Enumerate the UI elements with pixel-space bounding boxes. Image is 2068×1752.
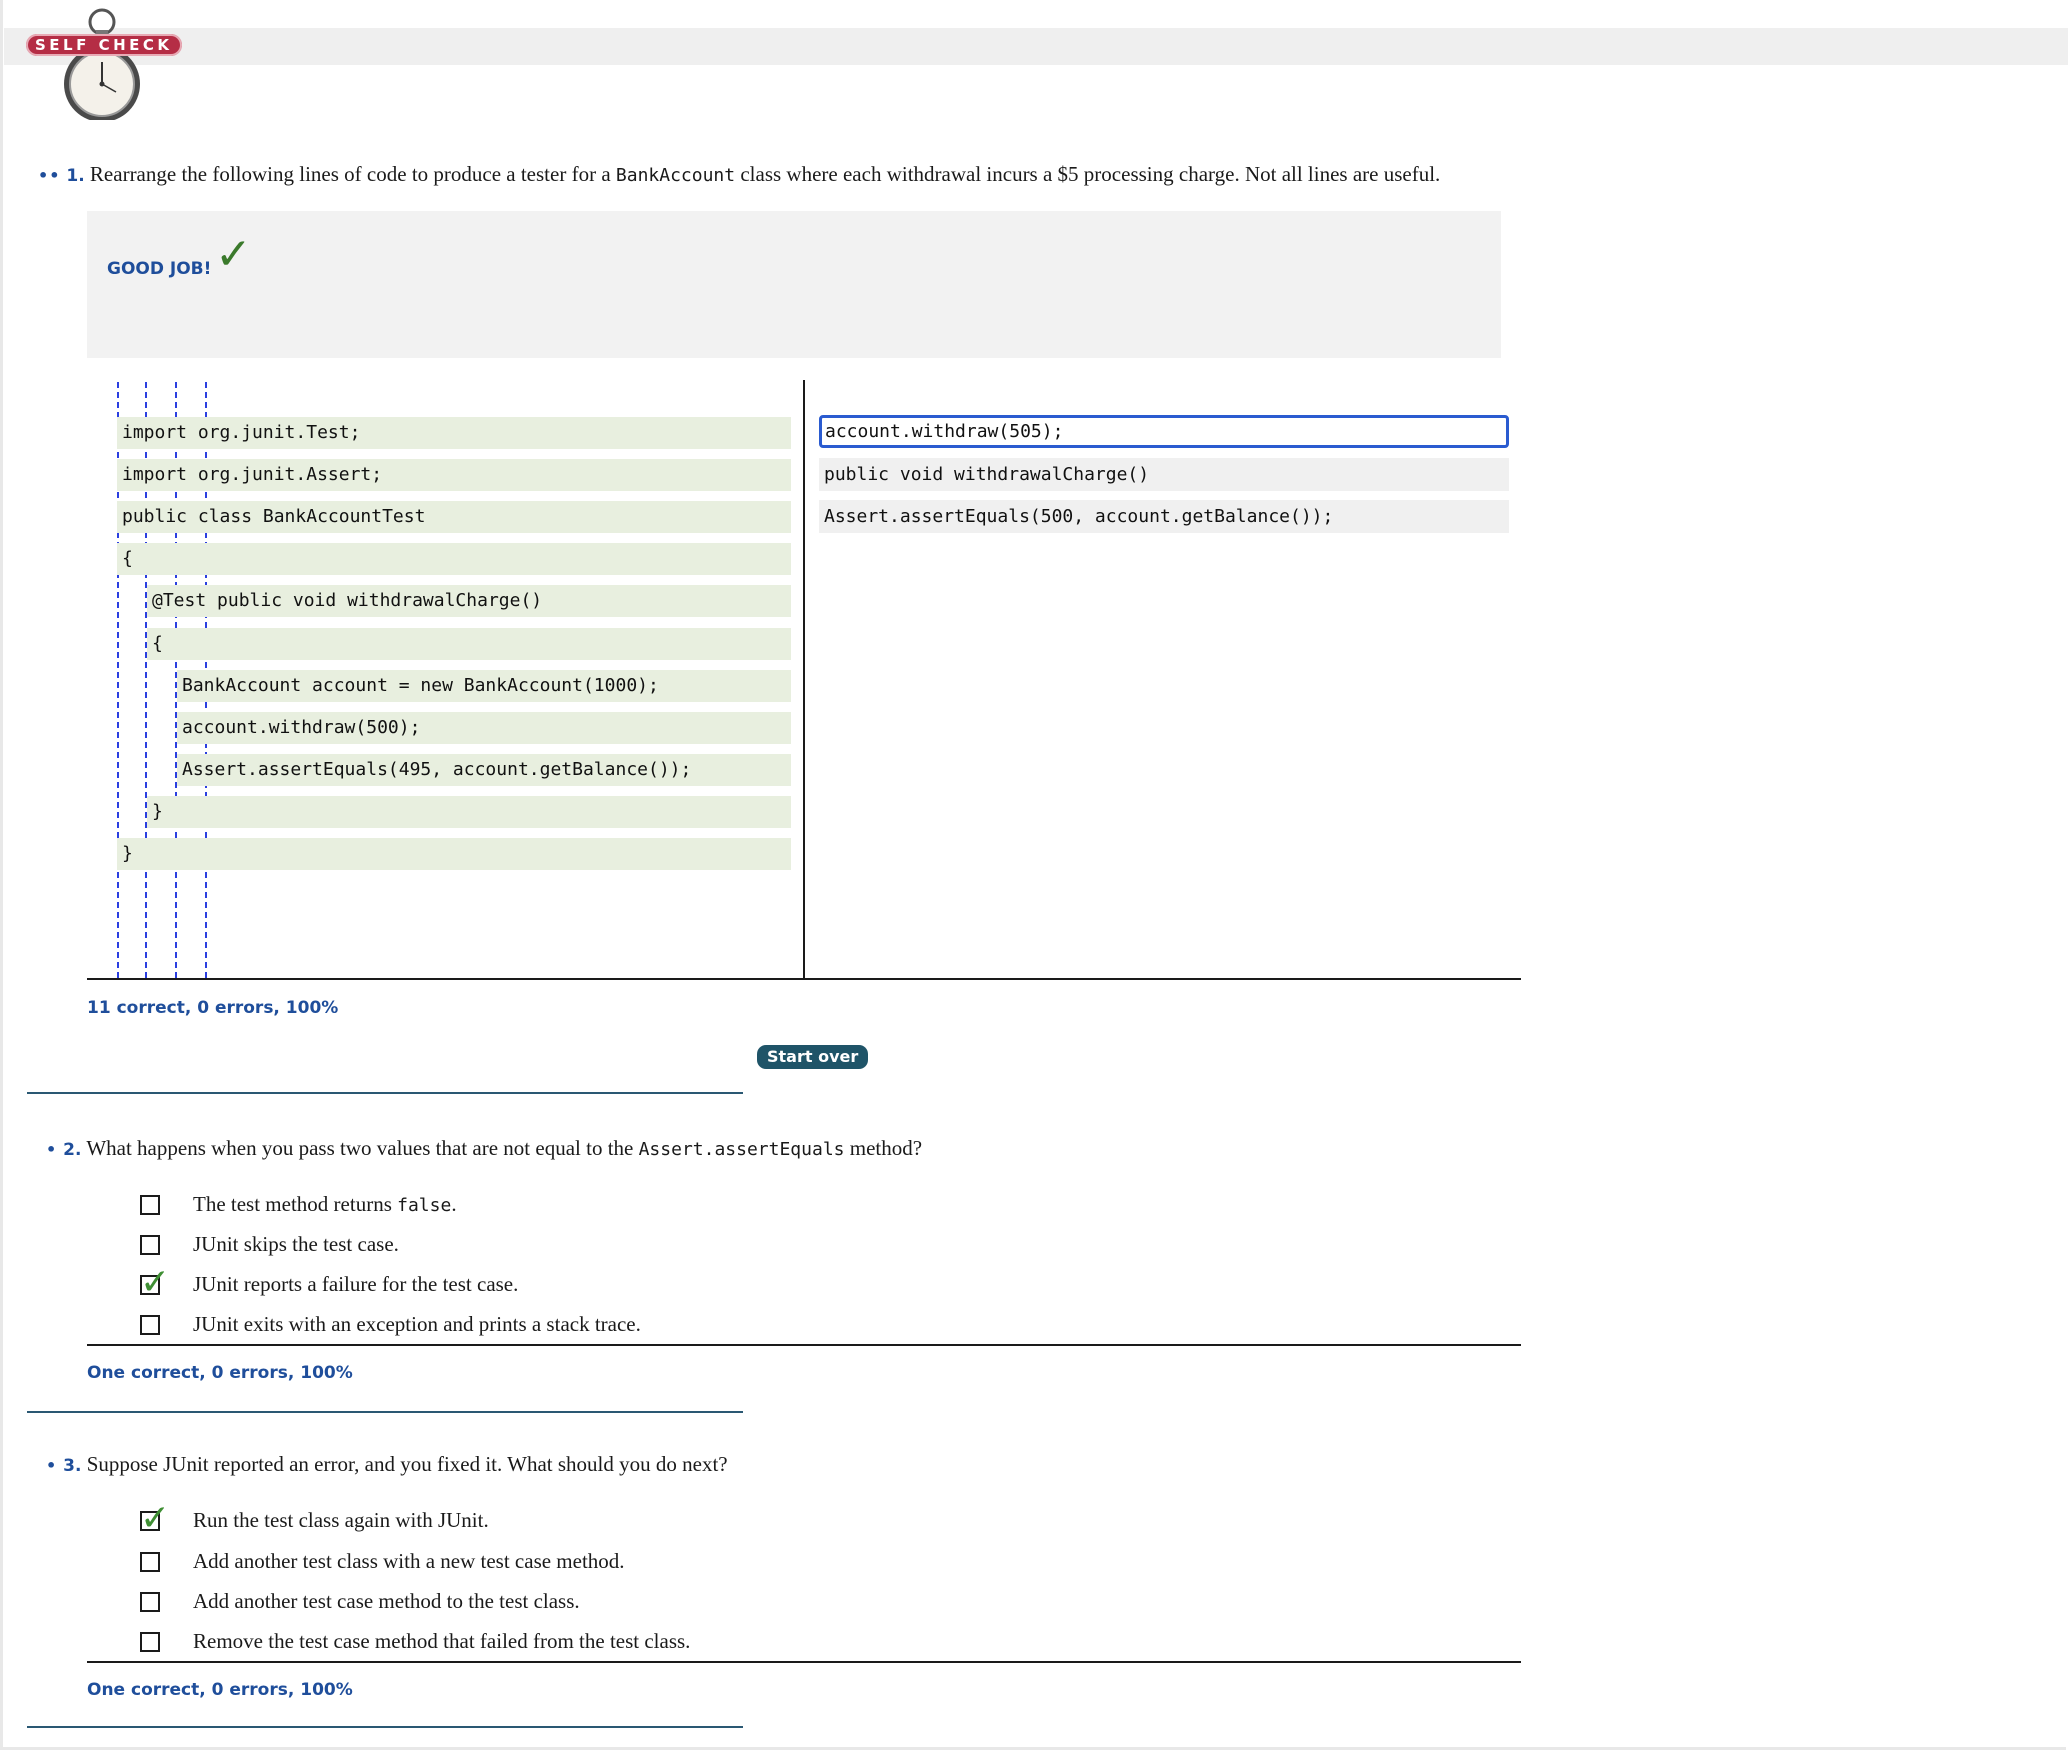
prompt-code: Assert.assertEquals xyxy=(638,1139,845,1160)
unused-code-tile[interactable]: account.withdraw(505); xyxy=(819,415,1509,448)
choice-label: The test method returns xyxy=(193,1192,398,1216)
code-line[interactable]: } xyxy=(117,838,791,870)
choice-checkbox[interactable] xyxy=(140,1592,160,1612)
divider-line xyxy=(87,978,1521,980)
choice-checkbox[interactable]: ✓ xyxy=(140,1501,170,1537)
choice-code: false xyxy=(397,1195,452,1216)
choice-label: . xyxy=(451,1192,457,1216)
prompt-code: BankAccount xyxy=(615,165,736,186)
score-text: One correct, 0 errors, 100% xyxy=(87,1680,353,1700)
question-2-prompt: • 2. What happens when you pass two valu… xyxy=(46,1134,922,1164)
choice-label: Add another test class with a new test c… xyxy=(193,1549,625,1573)
section-separator xyxy=(27,1411,743,1413)
score-text: 11 correct, 0 errors, 100% xyxy=(87,998,339,1018)
prompt-text: Rearrange the following lines of code to… xyxy=(89,162,616,186)
code-line[interactable]: } xyxy=(147,796,791,828)
choice-checkbox[interactable] xyxy=(140,1195,160,1215)
prompt-text: class where each withdrawal incurs a $5 … xyxy=(735,162,1441,186)
header-band xyxy=(4,28,2068,65)
choice-checkbox[interactable] xyxy=(140,1632,160,1652)
code-line[interactable]: import org.junit.Assert; xyxy=(117,459,791,491)
parsons-puzzle: import org.junit.Test; import org.junit.… xyxy=(87,380,1521,980)
question-1-prompt: •• 1. Rearrange the following lines of c… xyxy=(38,160,1440,190)
unused-code-tile[interactable]: Assert.assertEquals(500, account.getBala… xyxy=(819,500,1509,533)
code-line[interactable]: account.withdraw(500); xyxy=(177,712,791,744)
feedback-box: GOOD JOB! ✓ xyxy=(87,211,1501,358)
prompt-text: method? xyxy=(844,1136,923,1160)
difficulty-dots: • xyxy=(46,1140,58,1159)
score-text: One correct, 0 errors, 100% xyxy=(87,1363,353,1383)
code-line[interactable]: { xyxy=(117,543,791,575)
unused-code-tile[interactable]: public void withdrawalCharge() xyxy=(819,458,1509,491)
divider-line xyxy=(87,1344,1521,1346)
checkmark-icon: ✓ xyxy=(140,1262,171,1303)
section-separator xyxy=(27,1092,743,1094)
prompt-text: What happens when you pass two values th… xyxy=(86,1136,639,1160)
choice-label: Run the test class again with JUnit. xyxy=(193,1508,489,1532)
difficulty-dots: •• xyxy=(38,166,61,185)
choice-label: JUnit skips the test case. xyxy=(193,1232,399,1256)
question-number: 3. xyxy=(63,1456,82,1476)
choice-label: Remove the test case method that failed … xyxy=(193,1629,691,1653)
choice-checkbox[interactable] xyxy=(140,1552,160,1572)
stopwatch-icon xyxy=(64,8,140,120)
choice-checkbox[interactable]: ✓ xyxy=(140,1265,170,1301)
code-line[interactable]: { xyxy=(147,628,791,660)
column-divider xyxy=(803,380,805,980)
section-separator xyxy=(27,1726,743,1728)
difficulty-dots: • xyxy=(46,1456,58,1475)
code-line[interactable]: @Test public void withdrawalCharge() xyxy=(147,585,791,617)
checkmark-icon: ✓ xyxy=(140,1498,171,1539)
question-number: 2. xyxy=(63,1140,82,1160)
start-over-button[interactable]: Start over xyxy=(757,1045,869,1069)
question-3-prompt: • 3. Suppose JUnit reported an error, an… xyxy=(46,1450,728,1480)
checkmark-icon: ✓ xyxy=(215,229,252,280)
choice-label: JUnit reports a failure for the test cas… xyxy=(193,1272,519,1296)
choice-label: JUnit exits with an exception and prints… xyxy=(193,1312,641,1336)
prompt-text: Suppose JUnit reported an error, and you… xyxy=(86,1452,728,1476)
code-line[interactable]: Assert.assertEquals(495, account.getBala… xyxy=(177,754,791,786)
question-number: 1. xyxy=(66,166,85,186)
code-line[interactable]: BankAccount account = new BankAccount(10… xyxy=(177,670,791,702)
code-line[interactable]: import org.junit.Test; xyxy=(117,417,791,449)
choice-checkbox[interactable] xyxy=(140,1235,160,1255)
self-check-badge: SELF CHECK xyxy=(26,34,182,56)
code-line[interactable]: public class BankAccountTest xyxy=(117,501,791,533)
divider-line xyxy=(87,1661,1521,1663)
choice-checkbox[interactable] xyxy=(140,1315,160,1335)
good-job-message: GOOD JOB! xyxy=(107,259,212,279)
choice-label: Add another test case method to the test… xyxy=(193,1589,580,1613)
